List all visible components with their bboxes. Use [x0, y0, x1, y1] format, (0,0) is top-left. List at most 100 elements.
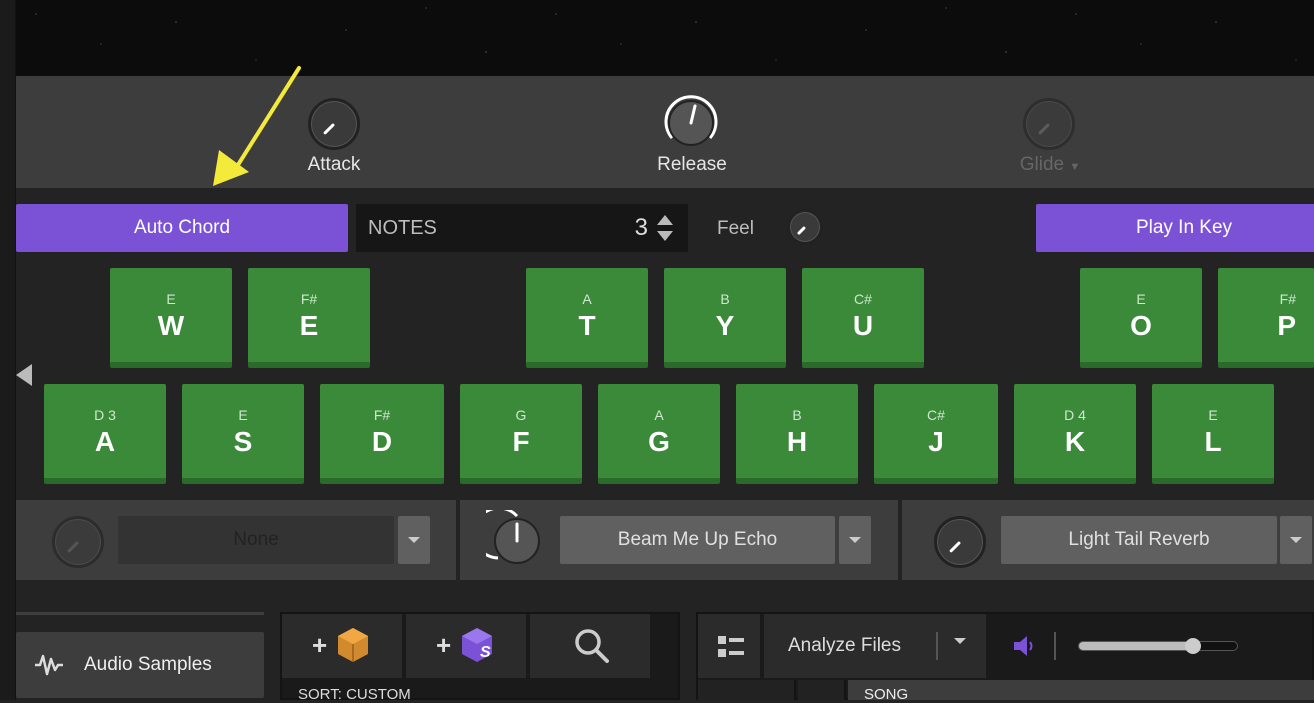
key-letter: K [1064, 426, 1086, 457]
fx-3-dropdown-icon[interactable] [1280, 516, 1312, 564]
key-letter: S [233, 426, 253, 457]
sort-label[interactable]: SORT: CUSTOM [298, 686, 411, 703]
key-note: F# [373, 407, 391, 423]
add-box-button[interactable]: + [282, 614, 404, 678]
plus-icon: + [436, 630, 452, 660]
fx-1-knob[interactable] [52, 516, 104, 568]
key-w[interactable]: EW [110, 268, 232, 368]
key-f[interactable]: GF [460, 384, 582, 484]
table-header-cell [798, 680, 846, 700]
key-note: C# [927, 407, 945, 423]
fx-3-knob[interactable] [934, 516, 986, 568]
notes-stepper[interactable]: NOTES 3 [356, 204, 688, 252]
feel-knob[interactable] [787, 209, 823, 245]
key-letter: W [157, 310, 185, 341]
song-column-header[interactable]: SONG [848, 680, 1314, 703]
volume-icon[interactable] [1012, 634, 1036, 658]
chevron-down-icon[interactable] [954, 638, 966, 644]
waveform-icon [35, 654, 63, 676]
key-letter: Y [715, 310, 735, 341]
key-y[interactable]: BY [664, 268, 786, 368]
key-letter: P [1277, 310, 1296, 341]
key-s[interactable]: ES [182, 384, 304, 484]
analyze-files-button[interactable]: Analyze Files [764, 614, 986, 678]
key-note: F# [300, 291, 318, 307]
key-letter: E [299, 310, 319, 341]
audio-samples-label: Audio Samples [84, 654, 212, 675]
fx-1-select[interactable]: None [118, 516, 394, 564]
key-note: G [515, 407, 527, 423]
key-d[interactable]: F# D [320, 384, 444, 484]
release-knob[interactable] [660, 92, 722, 154]
fx-2-dropdown-icon[interactable] [839, 516, 871, 564]
key-note: B [792, 407, 802, 423]
key-o[interactable]: EO [1080, 268, 1202, 368]
add-sample-button[interactable]: + S [406, 614, 528, 678]
notes-label: NOTES [368, 216, 437, 239]
key-note: E [166, 291, 176, 307]
key-k[interactable]: D 4 K [1014, 384, 1136, 484]
sample-box-letter: S [480, 644, 491, 661]
left-edge-bar [0, 0, 16, 700]
auto-chord-button[interactable]: Auto Chord [16, 204, 348, 252]
play-in-key-button[interactable]: Play In Key [1036, 204, 1314, 252]
search-button[interactable] [530, 614, 652, 678]
key-letter: T [578, 310, 596, 341]
key-letter: F [512, 426, 530, 457]
notes-value: 3 [634, 214, 648, 241]
key-note: E [1208, 407, 1218, 423]
plus-icon: + [312, 630, 328, 660]
audio-samples-button[interactable]: Audio Samples [16, 632, 264, 698]
key-letter: O [1130, 310, 1152, 341]
key-note: E [1136, 291, 1146, 307]
fx-2-select[interactable]: Beam Me Up Echo [560, 516, 835, 564]
list-icon [718, 636, 744, 657]
volume-slider-thumb[interactable] [1185, 638, 1201, 654]
glide-label-text: Glide [1019, 154, 1065, 175]
key-note: A [582, 291, 592, 307]
key-h[interactable]: BH [736, 384, 858, 484]
feel-label: Feel [717, 218, 754, 239]
glide-knob[interactable] [1023, 98, 1075, 150]
key-j[interactable]: C# J [874, 384, 998, 484]
separator [936, 632, 938, 660]
key-p[interactable]: F# P [1218, 268, 1314, 368]
key-note: D 3 [94, 407, 116, 423]
key-note: D 4 [1064, 407, 1086, 423]
key-letter: J [928, 426, 944, 457]
chevron-down-icon: ▼ [1069, 161, 1081, 173]
box-icon [338, 628, 368, 662]
key-e[interactable]: F# E [248, 268, 370, 368]
scroll-left-icon[interactable] [14, 362, 34, 388]
attack-knob[interactable] [308, 98, 360, 150]
key-letter: H [786, 426, 808, 457]
key-note: F# [1279, 291, 1296, 307]
volume-slider-fill [1079, 642, 1193, 650]
key-a[interactable]: D 3 A [44, 384, 166, 484]
key-note: E [238, 407, 248, 423]
list-view-button[interactable] [698, 614, 762, 678]
key-letter: A [94, 426, 116, 457]
analyze-files-label: Analyze Files [788, 635, 901, 656]
divider [16, 612, 264, 615]
key-g[interactable]: AG [598, 384, 720, 484]
key-note: C# [854, 291, 872, 307]
yellow-arrow-annotation [213, 66, 301, 186]
key-letter: D [371, 426, 393, 457]
fx-3-select[interactable]: Light Tail Reverb [1001, 516, 1277, 564]
fx-1-dropdown-icon[interactable] [398, 516, 430, 564]
stepper-arrows-icon[interactable] [656, 213, 674, 243]
key-letter: L [1204, 426, 1222, 457]
key-l[interactable]: EL [1152, 384, 1274, 484]
song-header-label: SONG [864, 686, 909, 703]
toolbar-separator [1054, 632, 1056, 660]
glide-label[interactable]: Glide ▼ [980, 154, 1120, 176]
table-header-cell [698, 680, 796, 700]
fx-2-knob[interactable] [486, 510, 548, 572]
key-t[interactable]: AT [526, 268, 648, 368]
key-u[interactable]: C# U [802, 268, 924, 368]
key-letter: U [852, 310, 874, 341]
key-letter: G [648, 426, 670, 457]
search-icon [575, 629, 609, 663]
release-label: Release [657, 154, 727, 175]
